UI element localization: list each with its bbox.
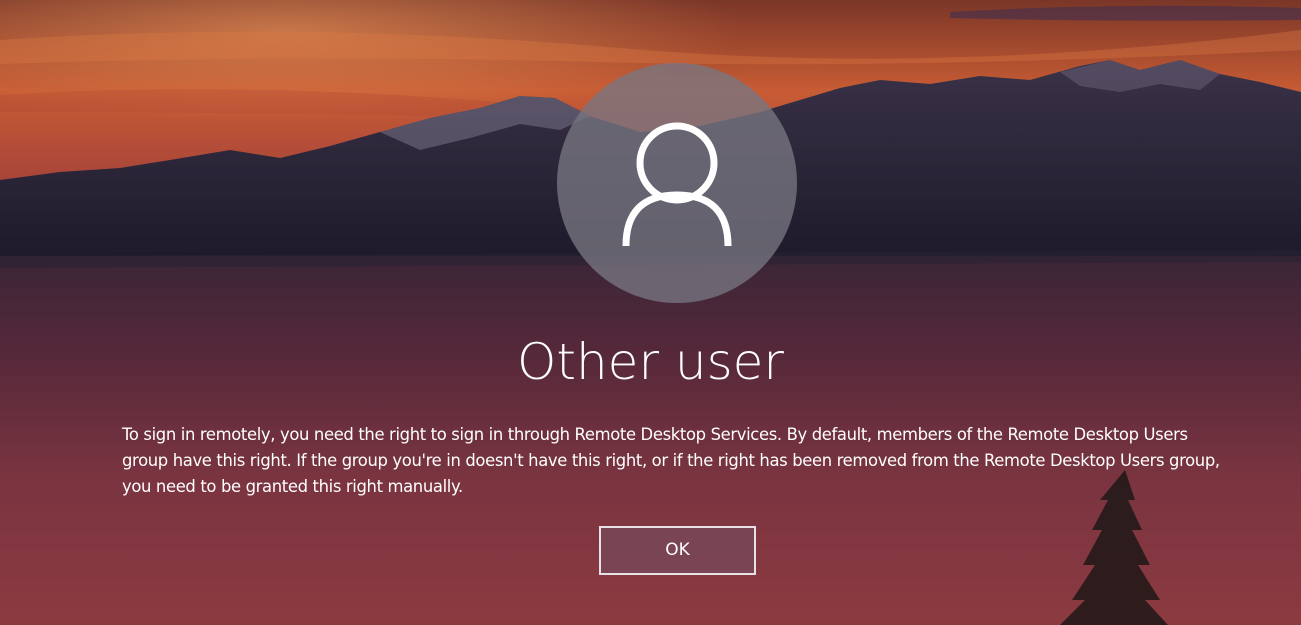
ok-button[interactable]: OK [599,526,756,575]
user-name: Other user [517,333,784,391]
ok-button-label: OK [665,540,690,560]
error-message: To sign in remotely, you need the right … [122,425,1220,496]
lock-screen: Other user To sign in remotely, you need… [0,0,1301,625]
user-avatar [557,63,797,303]
user-silhouette-icon [622,122,732,247]
